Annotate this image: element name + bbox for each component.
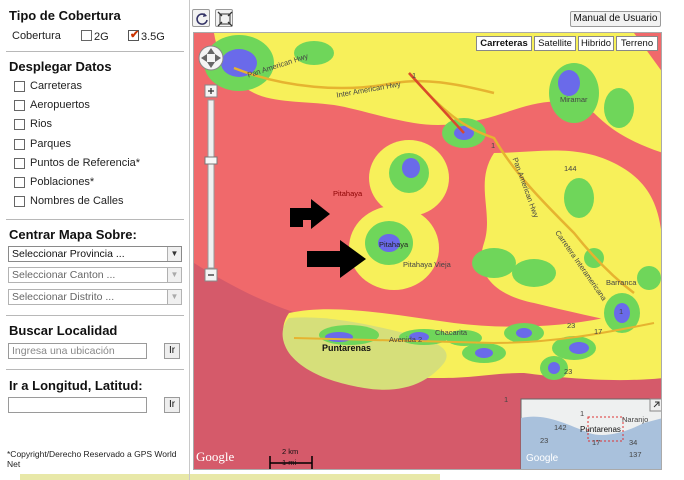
refresh-button[interactable] [192, 9, 210, 27]
route-shield: 17 [594, 327, 603, 336]
province-select[interactable]: Seleccionar Provincia ... ▼ [8, 246, 182, 262]
divider [6, 219, 184, 220]
province-select-value: Seleccionar Provincia ... [12, 248, 125, 260]
route-shield: 1 [491, 141, 496, 150]
layer-label: Carreteras [30, 80, 82, 92]
strong-coverage-area [516, 328, 532, 338]
search-title: Buscar Localidad [9, 323, 118, 338]
good-coverage-area [604, 88, 634, 128]
layer-checkbox[interactable] [14, 100, 25, 111]
maptype-satellite-button[interactable]: Satellite [534, 36, 576, 51]
search-input[interactable]: Ingresa una ubicación [8, 343, 147, 359]
overview-label: Puntarenas [580, 425, 621, 434]
route-shield: 23 [567, 321, 576, 330]
google-logo: Google [196, 449, 235, 464]
divider [6, 315, 184, 316]
route-shield: 1 [619, 307, 624, 316]
label-35g: 3.5G [141, 31, 165, 43]
layer-label: Rios [30, 118, 53, 130]
coverage-map[interactable]: Pitahaya Pitahaya Pitahaya Vieja Miramar… [193, 32, 662, 470]
good-coverage-area [637, 266, 661, 290]
chevron-down-icon[interactable]: ▼ [167, 290, 181, 304]
place-label: Barranca [606, 278, 637, 287]
district-select-value: Seleccionar Distrito ... [12, 291, 115, 303]
coverage-label: Cobertura [12, 30, 61, 42]
city-label: Puntarenas [322, 343, 372, 353]
layer-checkbox[interactable] [14, 81, 25, 92]
overview-label: 1 [580, 409, 585, 418]
strong-coverage-area [475, 348, 493, 358]
coverage-title: Tipo de Cobertura [9, 8, 121, 23]
chevron-down-icon[interactable]: ▼ [167, 268, 181, 282]
label-2g: 2G [94, 31, 109, 43]
layer-checkbox[interactable] [14, 196, 25, 207]
place-label: Miramar [560, 95, 588, 104]
zoom-slider-handle[interactable] [204, 156, 218, 165]
fullscreen-button[interactable] [215, 9, 233, 27]
checkbox-35g[interactable]: ✔ [128, 29, 140, 41]
route-shield: 1 [412, 71, 417, 80]
zoom-slider-track[interactable] [207, 99, 215, 269]
divider [6, 51, 184, 52]
layer-checkbox[interactable] [14, 119, 25, 130]
scale-mi-label: 1 mi [282, 458, 297, 467]
coords-title: Ir a Longitud, Latitud: [9, 378, 143, 393]
place-label: Pitahaya Vieja [403, 260, 451, 269]
layer-label: Poblaciones* [30, 176, 95, 188]
route-shield: 144 [564, 164, 577, 173]
overview-label: 17 [592, 438, 601, 447]
maptype-carreteras-button[interactable]: Carreteras [476, 36, 532, 51]
place-label: Pitahaya [333, 189, 363, 198]
layer-checkbox[interactable] [14, 158, 25, 169]
strong-coverage-area [402, 158, 420, 178]
refresh-icon [196, 13, 208, 25]
place-label: Pitahaya [379, 240, 409, 249]
fullscreen-icon [217, 11, 233, 27]
control-sidebar: Tipo de Cobertura Cobertura 2G ✔ 3.5G De… [0, 0, 186, 480]
coords-go-button[interactable]: Ir [164, 397, 180, 413]
layer-label: Parques [30, 138, 71, 150]
good-coverage-area [564, 178, 594, 218]
user-manual-button[interactable]: Manual de Usuario [570, 11, 661, 27]
canton-select[interactable]: Seleccionar Canton ... ▼ [8, 267, 182, 283]
display-data-title: Desplegar Datos [9, 59, 112, 74]
maptype-hibrido-button[interactable]: Hibrido [578, 36, 614, 51]
route-shield: 1 [504, 395, 509, 404]
strong-coverage-area [558, 70, 580, 96]
divider [6, 369, 184, 370]
google-logo-mini: Google [526, 453, 559, 464]
route-shield: 23 [564, 367, 573, 376]
strong-coverage-area [548, 362, 560, 374]
strong-coverage-area [325, 332, 353, 342]
chevron-down-icon[interactable]: ▼ [167, 247, 181, 261]
overview-label: 142 [554, 423, 567, 432]
strong-coverage-area [569, 342, 589, 354]
coords-input[interactable] [8, 397, 147, 413]
canton-select-value: Seleccionar Canton ... [12, 269, 116, 281]
maptype-terreno-button[interactable]: Terreno [616, 36, 658, 51]
place-label: Chacarita [435, 328, 468, 337]
good-coverage-area [472, 248, 516, 278]
overview-label: 137 [629, 450, 642, 459]
overview-label: Naranjo [622, 415, 649, 424]
checkbox-2g[interactable] [81, 30, 92, 41]
center-map-title: Centrar Mapa Sobre: [9, 227, 137, 242]
district-select[interactable]: Seleccionar Distrito ... ▼ [8, 289, 182, 305]
search-go-button[interactable]: Ir [164, 343, 180, 359]
layer-label: Aeropuertos [30, 99, 90, 111]
layer-checkbox[interactable] [14, 139, 25, 150]
check-icon: ✔ [130, 29, 140, 41]
layer-label: Nombres de Calles [30, 195, 124, 207]
coverage-map-canvas[interactable] [194, 33, 662, 470]
layer-label: Puntos de Referencia* [30, 157, 141, 169]
scale-km-label: 2 km [282, 447, 299, 456]
good-coverage-area [512, 259, 556, 287]
overview-label: 23 [540, 436, 549, 445]
overview-label: 34 [629, 438, 638, 447]
layer-checkbox[interactable] [14, 177, 25, 188]
copyright-text: *Copyright/Derecho Reservado a GPS World… [7, 449, 177, 469]
street-label: Avenida 2 [389, 335, 423, 344]
